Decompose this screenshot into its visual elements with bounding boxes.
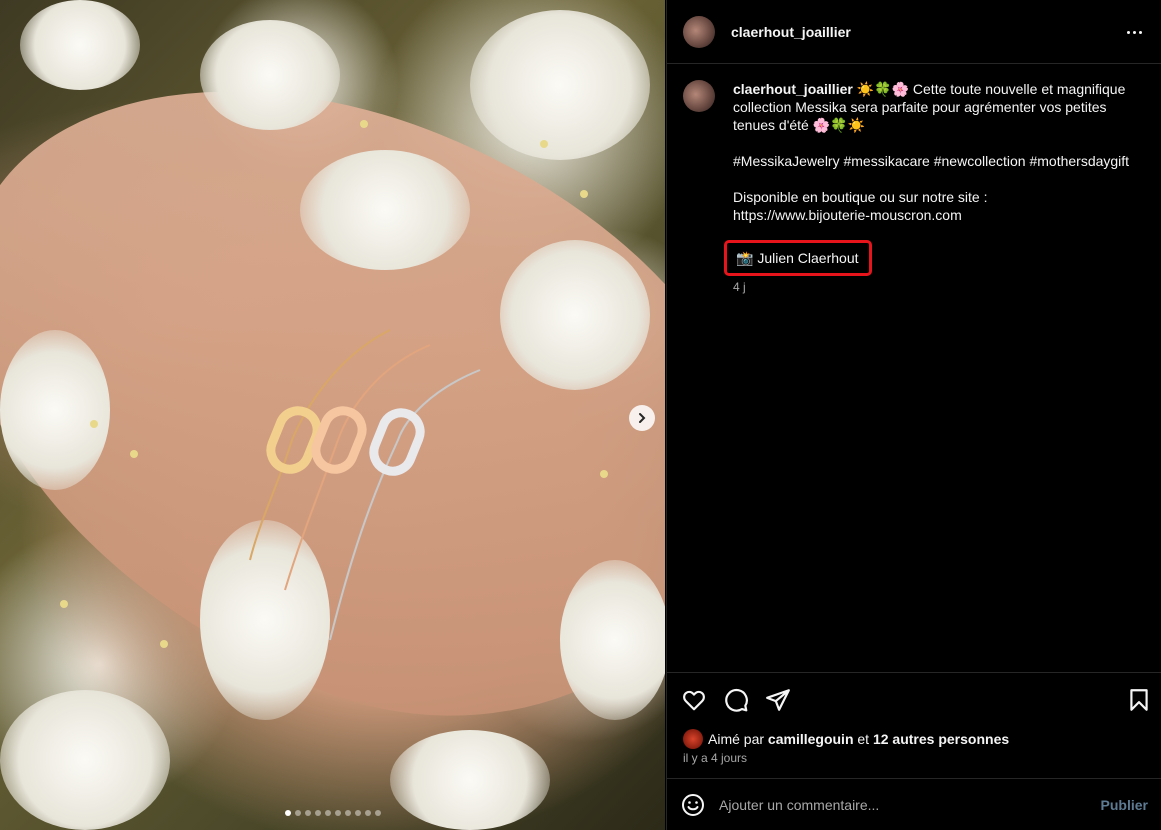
carousel-dot: [345, 810, 351, 816]
carousel-dot: [315, 810, 321, 816]
caption-text: claerhout_joaillier ☀️🍀🌸 Cette toute nou…: [724, 80, 1133, 296]
post-media[interactable]: [0, 0, 665, 830]
comment-bar: Publier: [667, 778, 1161, 830]
publish-button[interactable]: Publier: [1101, 797, 1148, 813]
carousel-dot: [295, 810, 301, 816]
carousel-dot: [285, 810, 291, 816]
carousel-indicator: [285, 810, 381, 816]
carousel-dot: [355, 810, 361, 816]
caption-age: 4 j: [733, 280, 746, 294]
heart-icon[interactable]: [681, 687, 707, 713]
post-header: claerhout_joaillier: [667, 0, 1161, 64]
likes-summary[interactable]: Aimé par camillegouin et 12 autres perso…: [683, 729, 1009, 749]
caption-hashtags[interactable]: #MessikaJewelry #messikacare #newcollect…: [733, 152, 1133, 170]
post-date: il y a 4 jours: [683, 751, 748, 765]
post-caption: claerhout_joaillier ☀️🍀🌸 Cette toute nou…: [683, 80, 1143, 296]
comment-input[interactable]: [719, 796, 1101, 813]
caption-author[interactable]: claerhout_joaillier: [733, 81, 853, 97]
likes-others[interactable]: 12 autres personnes: [873, 731, 1009, 747]
carousel-next-button[interactable]: [629, 405, 655, 431]
photo-bracelets: [249, 329, 481, 641]
post-side-panel: claerhout_joaillier claerhout_joaillier …: [666, 0, 1161, 830]
likes-mid: et: [857, 731, 870, 747]
carousel-dot: [335, 810, 341, 816]
bookmark-icon[interactable]: [1126, 687, 1152, 713]
post-username[interactable]: claerhout_joaillier: [731, 24, 851, 40]
send-icon[interactable]: [765, 687, 791, 713]
comment-icon[interactable]: [723, 687, 749, 713]
avatar: [683, 729, 703, 749]
carousel-dot: [375, 810, 381, 816]
carousel-dot: [325, 810, 331, 816]
chevron-right-icon: [639, 413, 646, 423]
more-options-icon[interactable]: [1127, 24, 1147, 40]
avatar[interactable]: [683, 15, 715, 48]
caption-credit: 📸 Julien Claerhout: [724, 240, 872, 276]
emoji-icon[interactable]: [681, 793, 705, 817]
action-icons: [681, 687, 791, 713]
carousel-dot: [365, 810, 371, 816]
likes-user[interactable]: camillegouin: [768, 731, 854, 747]
likes-prefix: Aimé par: [708, 731, 765, 747]
caption-availability: Disponible en boutique ou sur notre site…: [733, 189, 988, 223]
avatar[interactable]: [683, 80, 715, 112]
carousel-dot: [305, 810, 311, 816]
post-actions: Aimé par camillegouin et 12 autres perso…: [667, 672, 1161, 778]
